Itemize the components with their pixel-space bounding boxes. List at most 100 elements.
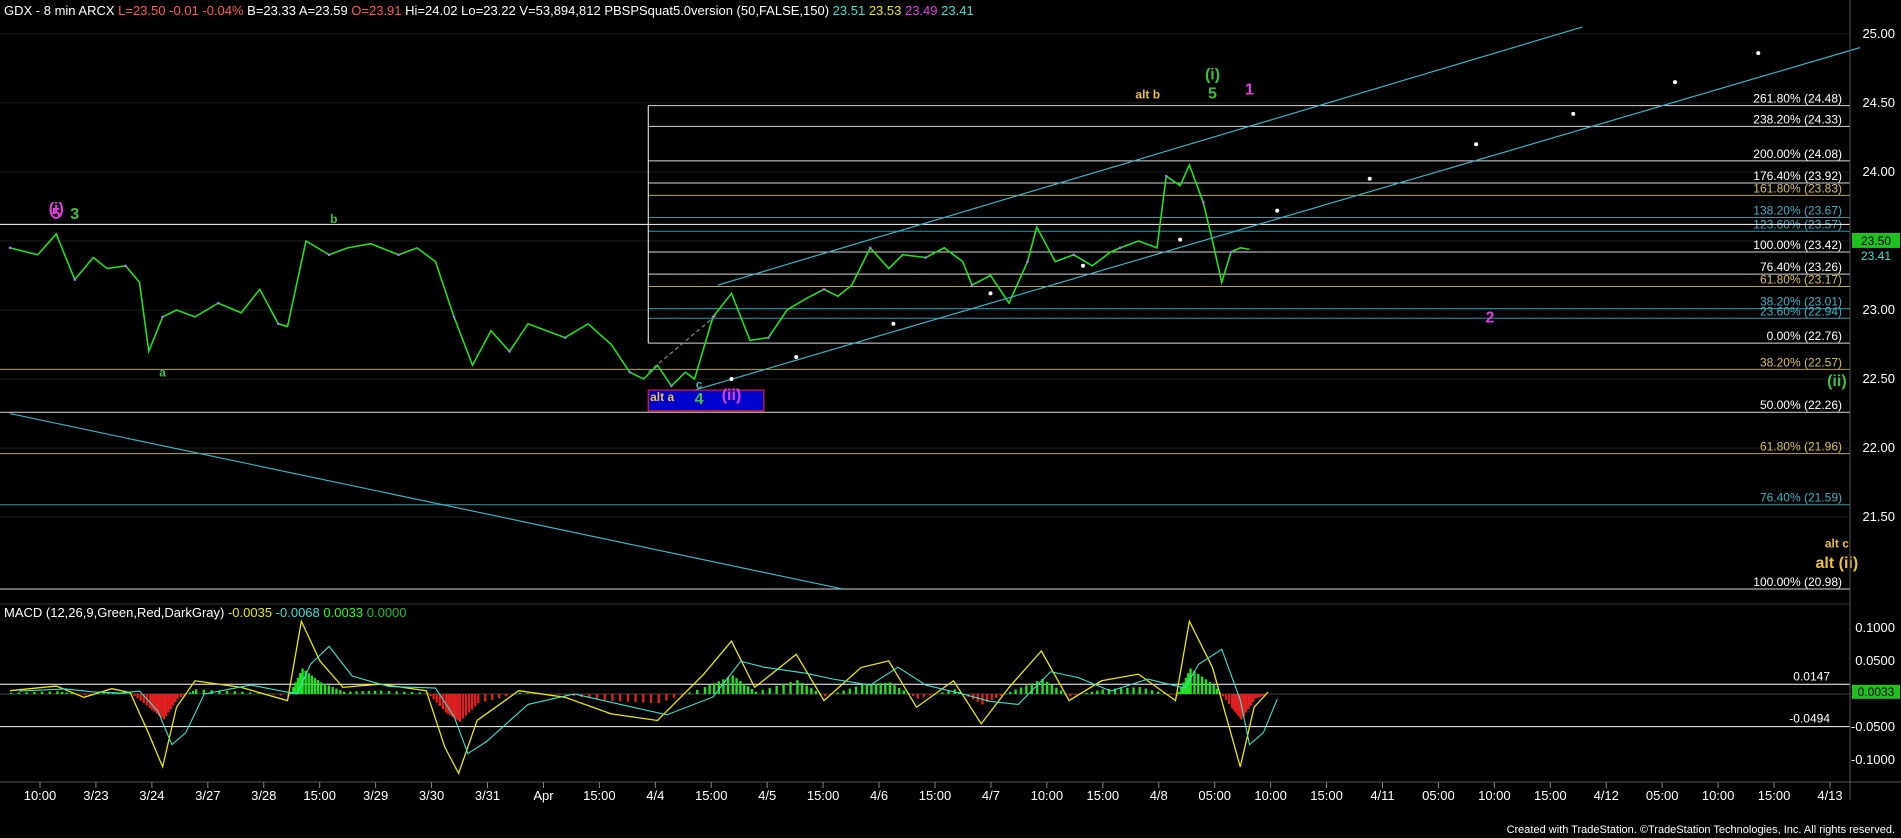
x-tick-label: 15:00 (583, 788, 616, 803)
macd-histogram-bar (708, 685, 711, 694)
macd-histogram-bar (1144, 688, 1148, 694)
x-tick-label: 3/27 (195, 788, 220, 803)
price-pivot-dot (124, 264, 127, 268)
macd-histogram-bar (456, 694, 459, 721)
wave-label: 2 (1486, 309, 1495, 326)
macd-histogram-bar (902, 690, 906, 694)
fib-level-label: 161.80% (23.83) (1753, 181, 1842, 195)
macd-histogram-bar (789, 682, 792, 694)
header-quote-item: Lo=23.22 (461, 3, 519, 18)
macd-histogram-bar (323, 683, 327, 694)
macd-histogram-bar (418, 692, 421, 694)
macd-histogram-bar (294, 682, 297, 694)
macd-histogram-bar (526, 693, 529, 694)
macd-histogram-bar (836, 692, 839, 694)
header-quote-item: PBSPSquat5.0version (50,FALSE,150) (604, 3, 832, 18)
channel-dot (1571, 111, 1576, 116)
macd-histogram-bar (861, 684, 864, 694)
macd-histogram-bar (279, 694, 283, 696)
macd-histogram-bar (1204, 679, 1208, 694)
macd-histogram-bar (191, 690, 195, 694)
macd-histogram-bar (1009, 691, 1012, 694)
macd-histogram-bar (1050, 684, 1054, 694)
x-tick-label: 4/11 (1370, 788, 1394, 803)
macd-histogram-bar (88, 694, 92, 695)
macd-histogram-bar (874, 683, 878, 694)
macd-histogram-bar (10, 692, 13, 694)
macd-histogram-bar (331, 687, 334, 694)
macd-histogram-bar (491, 694, 494, 700)
macd-header-item: 0.0000 (367, 605, 407, 620)
wave-label: 5 (1208, 86, 1217, 103)
price-pivot-dot (822, 287, 826, 291)
macd-histogram-bar (1258, 694, 1262, 697)
macd-histogram-bar (454, 694, 457, 719)
price-pivot-dot (563, 336, 567, 339)
macd-histogram-bar (888, 682, 892, 694)
macd-histogram-bar (432, 694, 435, 700)
macd-histogram-bar (1025, 685, 1028, 694)
macd-histogram-bar (879, 683, 882, 694)
macd-histogram-bar (33, 692, 36, 694)
macd-histogram-bar (65, 692, 68, 694)
price-pivot-dot (670, 384, 673, 388)
macd-histogram-bar (731, 675, 734, 694)
macd-reference-label: -0.0494 (1789, 712, 1830, 726)
macd-histogram-bar (102, 693, 105, 694)
macd-histogram-bar (179, 694, 182, 698)
fib-level-label: 100.00% (20.98) (1753, 575, 1842, 589)
header-quote-item: 23.41 (941, 3, 974, 18)
macd-histogram-bar (854, 686, 858, 694)
macd-histogram-bar (403, 691, 406, 694)
macd-histogram-bar (735, 678, 738, 694)
macd-histogram-bar (233, 691, 236, 694)
macd-histogram-bar (750, 688, 754, 694)
fib-level-label: 50.00% (22.26) (1760, 398, 1842, 412)
x-tick-label: 15:00 (1534, 788, 1567, 803)
macd-histogram-bar (941, 692, 944, 694)
macd-histogram-bar (484, 694, 487, 702)
macd-histogram-bar (1074, 694, 1077, 696)
channel-dot (794, 354, 799, 359)
macd-tick-label: 0.0500 (1855, 653, 1895, 668)
x-tick-label: 10:00 (1478, 788, 1511, 803)
macd-histogram-bar (713, 683, 716, 694)
macd-histogram-bar (167, 694, 170, 713)
macd-histogram-bar (634, 694, 637, 703)
macd-histogram-bar (174, 694, 177, 703)
macd-histogram-bar (1177, 691, 1181, 694)
header-symbol: GDX - 8 min ARCX (4, 3, 118, 18)
wave-label: alt (ii) (1816, 555, 1859, 572)
fib-level-label: 200.00% (24.08) (1753, 147, 1842, 161)
macd-histogram-bar (1180, 687, 1183, 694)
x-tick-label: 15:00 (1758, 788, 1791, 803)
macd-histogram-bar (688, 692, 691, 694)
macd-histogram-bar (461, 694, 465, 719)
macd-histogram-bar (272, 694, 275, 695)
macd-histogram-bar (307, 673, 310, 694)
header-quote-item: -0.04% (202, 3, 247, 18)
macd-histogram-bar (447, 694, 450, 715)
channel-dot (1673, 80, 1677, 85)
price-pivot-dot (1164, 174, 1168, 178)
macd-histogram-bar (139, 694, 142, 701)
macd-histogram-bar (1090, 691, 1094, 694)
macd-histogram-bar (441, 694, 445, 710)
macd-histogram-bar (1244, 694, 1248, 713)
x-tick-label: 3/31 (475, 788, 500, 803)
macd-histogram-bar (800, 682, 804, 694)
price-pivot-dot (452, 315, 456, 319)
macd-histogram-bar (743, 683, 746, 694)
wave-label: (ii) (722, 387, 742, 404)
header-quote-item: 23.51 (833, 3, 869, 18)
macd-histogram-bar (1254, 694, 1257, 699)
macd-histogram-bar (361, 691, 364, 694)
macd-histogram-bar (672, 694, 676, 698)
macd-histogram-bar (410, 692, 414, 694)
header-quote-item: A=23.59 (299, 3, 351, 18)
macd-histogram-bar (367, 690, 371, 694)
macd-histogram-bar (922, 694, 926, 698)
last-price2-label: 23.41 (1861, 249, 1891, 263)
macd-histogram-bar (504, 694, 508, 697)
x-tick-label: 05:00 (1422, 788, 1455, 803)
